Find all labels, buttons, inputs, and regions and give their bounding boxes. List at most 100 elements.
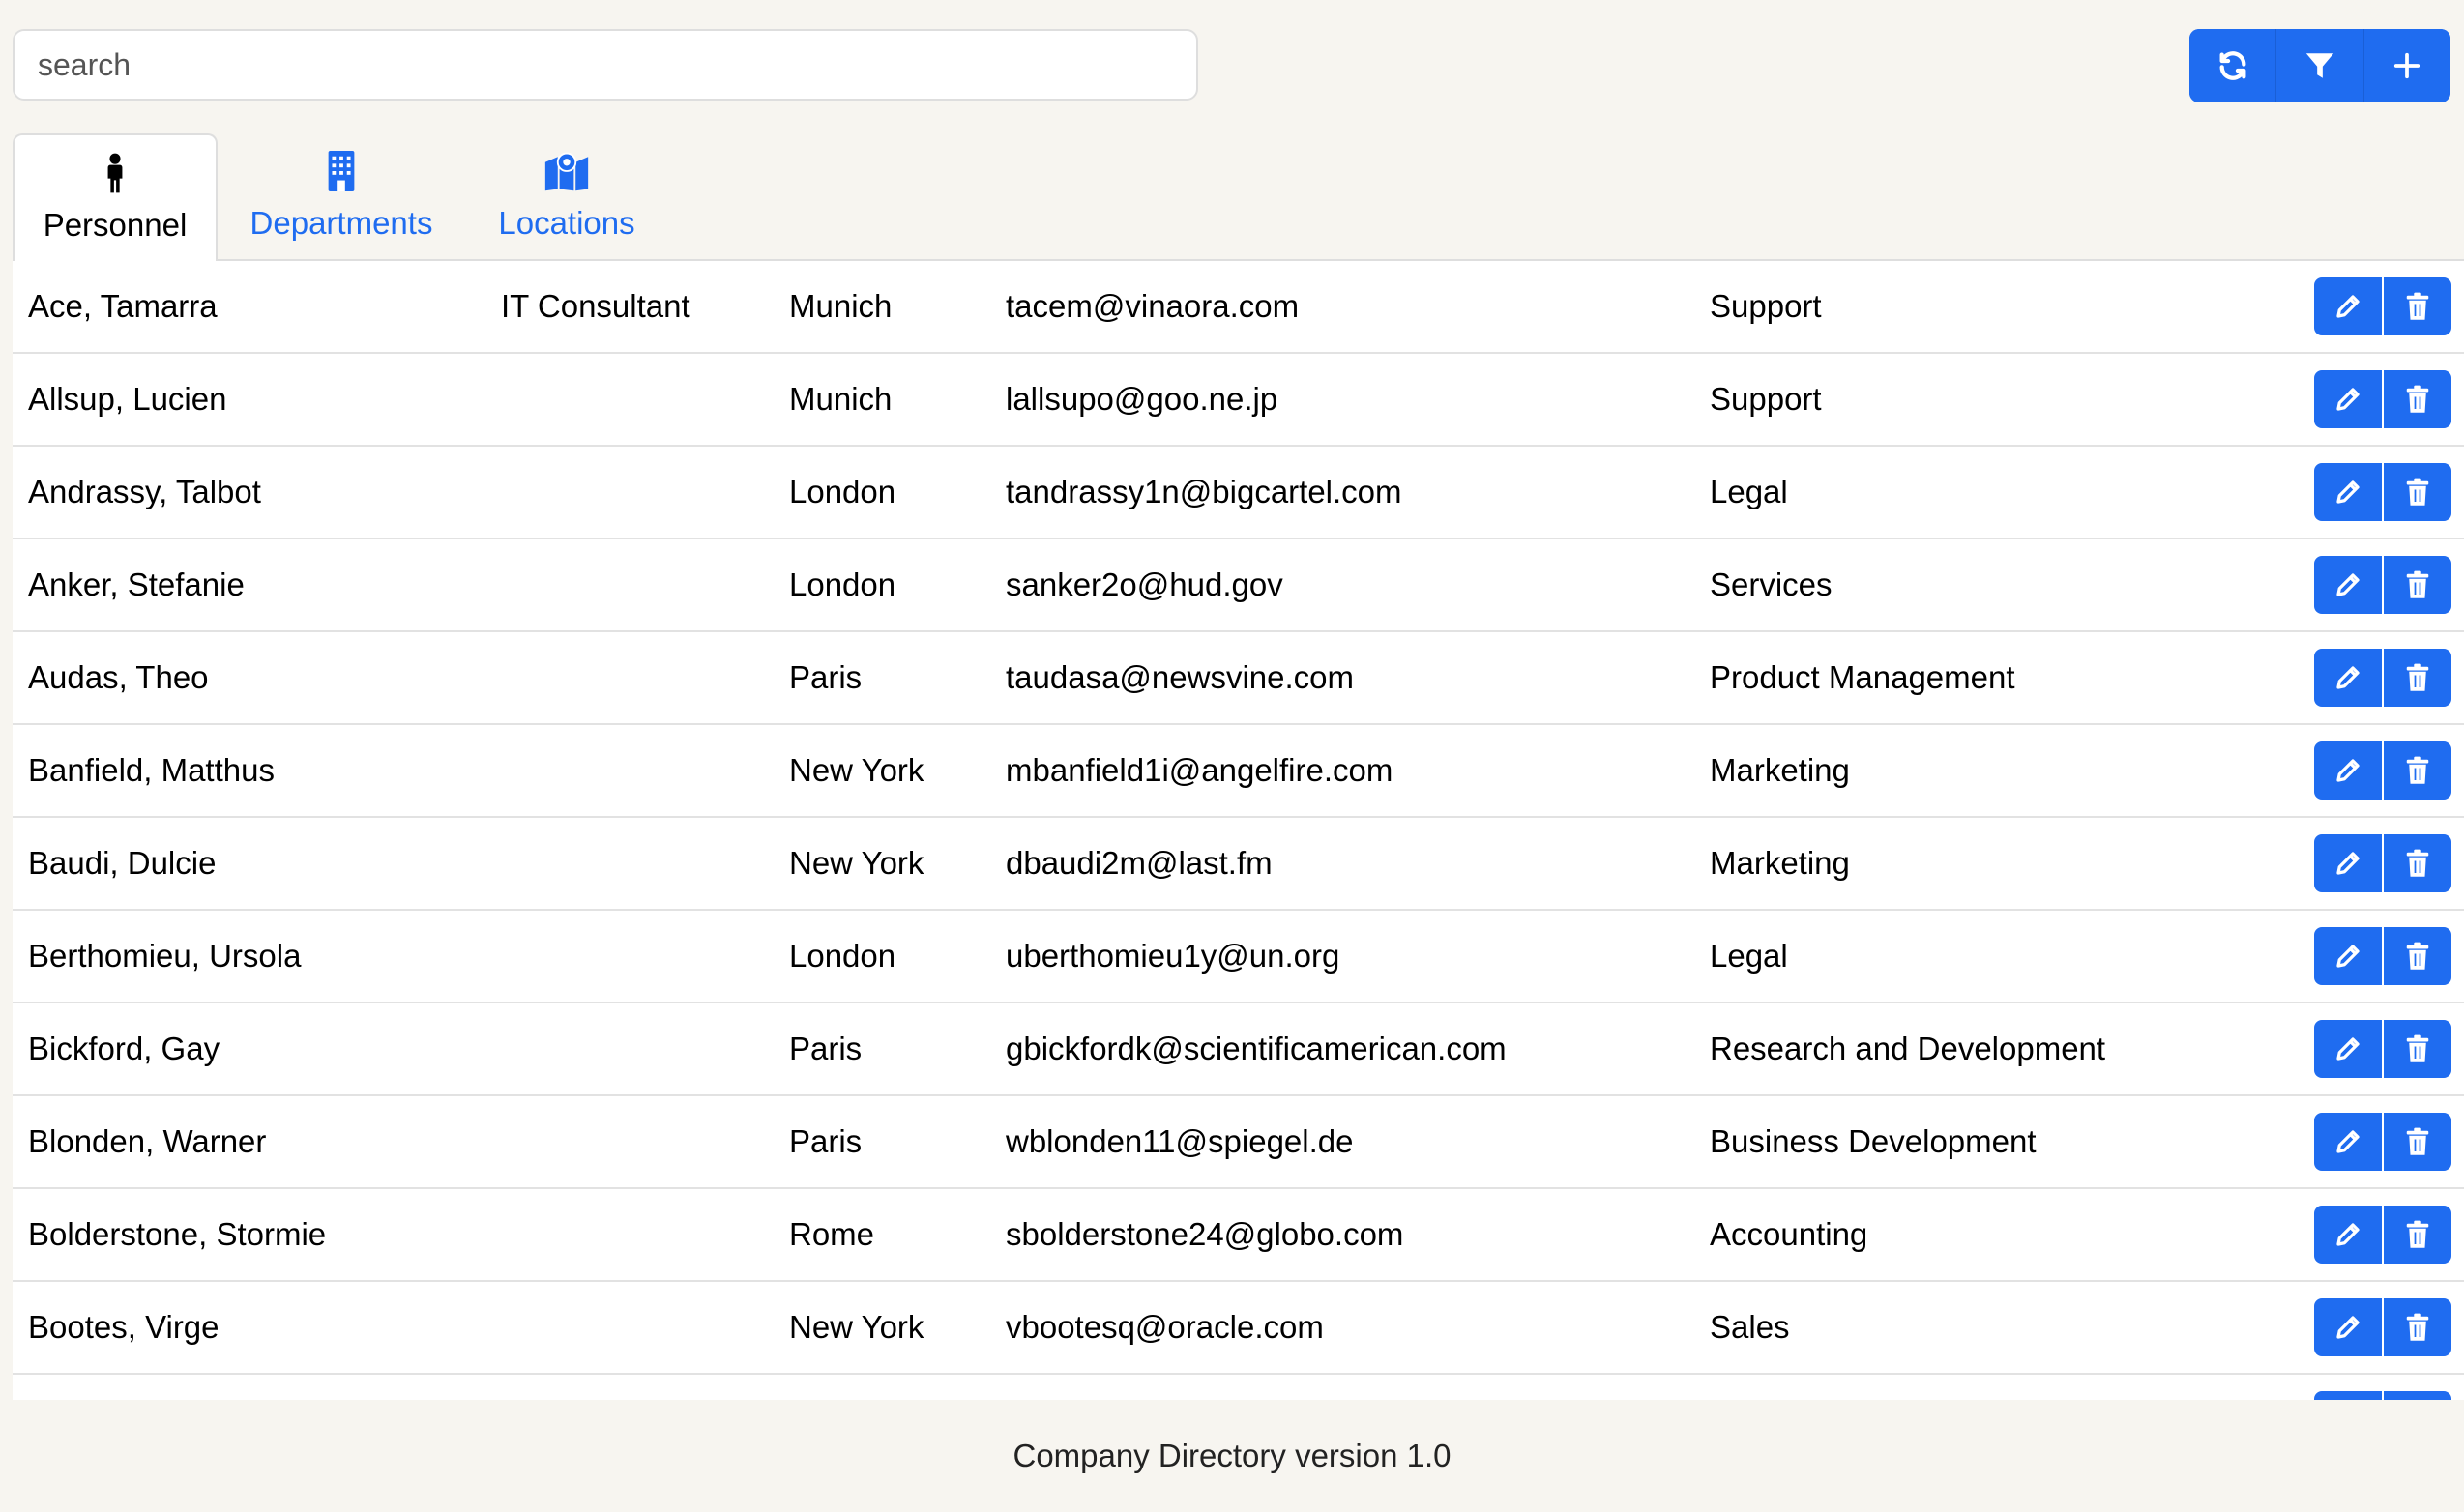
cell-name: Audas, Theo (28, 659, 209, 695)
row-actions (2314, 1020, 2451, 1078)
filter-icon (2305, 53, 2334, 78)
row-actions (2314, 649, 2451, 707)
pencil-icon (2336, 573, 2360, 596)
cell-location: New York (789, 845, 924, 881)
tab-departments[interactable]: Departments (218, 133, 465, 261)
row-actions (2314, 1206, 2451, 1264)
pencil-icon (2336, 852, 2360, 875)
cell-email: uberthomieu1y@un.org (1006, 938, 1340, 974)
cell-department: Accounting (1710, 1216, 1868, 1252)
tab-departments-label: Departments (249, 205, 433, 241)
pencil-icon (2336, 480, 2360, 504)
tab-bar: Personnel Departments Locations (13, 133, 668, 261)
delete-button[interactable] (2384, 834, 2451, 892)
delete-button[interactable] (2384, 370, 2451, 428)
delete-button[interactable] (2384, 1206, 2451, 1264)
cell-department: Legal (1710, 474, 1788, 509)
edit-button[interactable] (2314, 1298, 2382, 1356)
row-actions (2314, 927, 2451, 985)
filter-button[interactable] (2276, 29, 2364, 102)
footer-text: Company Directory version 1.0 (1012, 1438, 1452, 1473)
cell-email: gbickfordk@scientificamerican.com (1006, 1031, 1507, 1066)
edit-button[interactable] (2314, 556, 2382, 614)
table-row: Allsup, Lucien Munich lallsupo@goo.ne.jp Su… (13, 354, 2464, 447)
cell-email: sanker2o@hud.gov (1006, 567, 1283, 602)
edit-button[interactable] (2314, 1113, 2382, 1171)
table-row: Berthomieu, Ursola London uberthomieu1y@un… (13, 911, 2464, 1003)
search-input[interactable] (13, 29, 1198, 101)
cell-email: vbootesq@oracle.com (1006, 1309, 1324, 1345)
cell-location: Paris (789, 1031, 863, 1066)
cell-department: Support (1710, 381, 1822, 417)
tab-locations[interactable]: Locations (465, 133, 668, 261)
edit-button[interactable] (2314, 370, 2382, 428)
cell-department: Services (1710, 567, 1833, 602)
building-icon (328, 151, 355, 191)
refresh-button[interactable] (2189, 29, 2277, 102)
row-actions (2314, 463, 2451, 521)
edit-button[interactable] (2314, 741, 2382, 800)
cell-email: tacem@vinaora.com (1006, 288, 1300, 324)
cell-name: Blonden, Warner (28, 1123, 267, 1159)
cell-name: Bickford, Gay (28, 1031, 220, 1066)
delete-button[interactable] (2384, 1113, 2451, 1171)
edit-button[interactable] (2314, 1206, 2382, 1264)
cell-location: London (789, 474, 896, 509)
edit-button[interactable] (2314, 277, 2382, 335)
cell-department: Product Management (1710, 659, 2015, 695)
cell-location: New York (789, 752, 924, 788)
add-button[interactable] (2363, 29, 2450, 102)
tab-personnel[interactable]: Personnel (13, 133, 218, 261)
cell-name: Banfield, Matthus (28, 752, 275, 788)
cell-email: mbanfield1i@angelfire.com (1006, 752, 1393, 788)
pencil-icon (2336, 1316, 2360, 1339)
delete-button[interactable] (2384, 463, 2451, 521)
row-actions (2314, 1113, 2451, 1171)
edit-button[interactable] (2314, 649, 2382, 707)
cell-location: London (789, 567, 896, 602)
edit-button[interactable] (2314, 927, 2382, 985)
map-icon (544, 152, 589, 191)
pencil-icon (2336, 1037, 2360, 1061)
cell-name: Bootes, Virge (28, 1309, 220, 1345)
delete-button[interactable] (2384, 1020, 2451, 1078)
table-row: Banfield, Matthus New York mbanfield1i@ang… (13, 725, 2464, 818)
delete-button[interactable] (2384, 741, 2451, 800)
trash-icon (2406, 849, 2429, 877)
edit-button[interactable] (2314, 1391, 2382, 1400)
cell-location: New York (789, 1309, 924, 1345)
trash-icon (2406, 756, 2429, 784)
pencil-icon (2336, 1130, 2360, 1153)
table-row: Baudi, Dulcie New York dbaudi2m@last.fm Mar… (13, 818, 2464, 911)
table-row: Bickford, Gay Paris gbickfordk@scientifica… (13, 1003, 2464, 1096)
table-row: Blonden, Warner Paris wblonden11@spiegel.d… (13, 1096, 2464, 1189)
edit-button[interactable] (2314, 834, 2382, 892)
edit-button[interactable] (2314, 463, 2382, 521)
personnel-table[interactable]: Ace, Tamarra IT Consultant Munich tacem@vin… (13, 261, 2464, 1400)
trash-icon (2406, 942, 2429, 970)
delete-button[interactable] (2384, 1391, 2451, 1400)
cell-name: Allsup, Lucien (28, 381, 227, 417)
edit-button[interactable] (2314, 1020, 2382, 1078)
cell-email: dbaudi2m@last.fm (1006, 845, 1273, 881)
delete-button[interactable] (2384, 277, 2451, 335)
cell-location: Munich (789, 288, 893, 324)
trash-icon (2406, 1313, 2429, 1341)
cell-name: Bolderstone, Stormie (28, 1216, 327, 1252)
trash-icon (2406, 1220, 2429, 1248)
table-row: Anker, Stefanie London sanker2o@hud.gov Ser… (13, 539, 2464, 632)
delete-button[interactable] (2384, 649, 2451, 707)
delete-button[interactable] (2384, 927, 2451, 985)
cell-name: Ace, Tamarra (28, 288, 218, 324)
cell-email: wblonden11@spiegel.de (1006, 1123, 1354, 1159)
trash-icon (2406, 570, 2429, 598)
cell-name: Andrassy, Talbot (28, 474, 261, 509)
plus-icon (2394, 52, 2420, 79)
delete-button[interactable] (2384, 1298, 2451, 1356)
table-row (13, 1375, 2464, 1400)
delete-button[interactable] (2384, 556, 2451, 614)
trash-icon (2406, 1127, 2429, 1155)
pencil-icon (2336, 1223, 2360, 1246)
row-actions (2314, 1298, 2451, 1356)
row-actions (2314, 370, 2451, 428)
